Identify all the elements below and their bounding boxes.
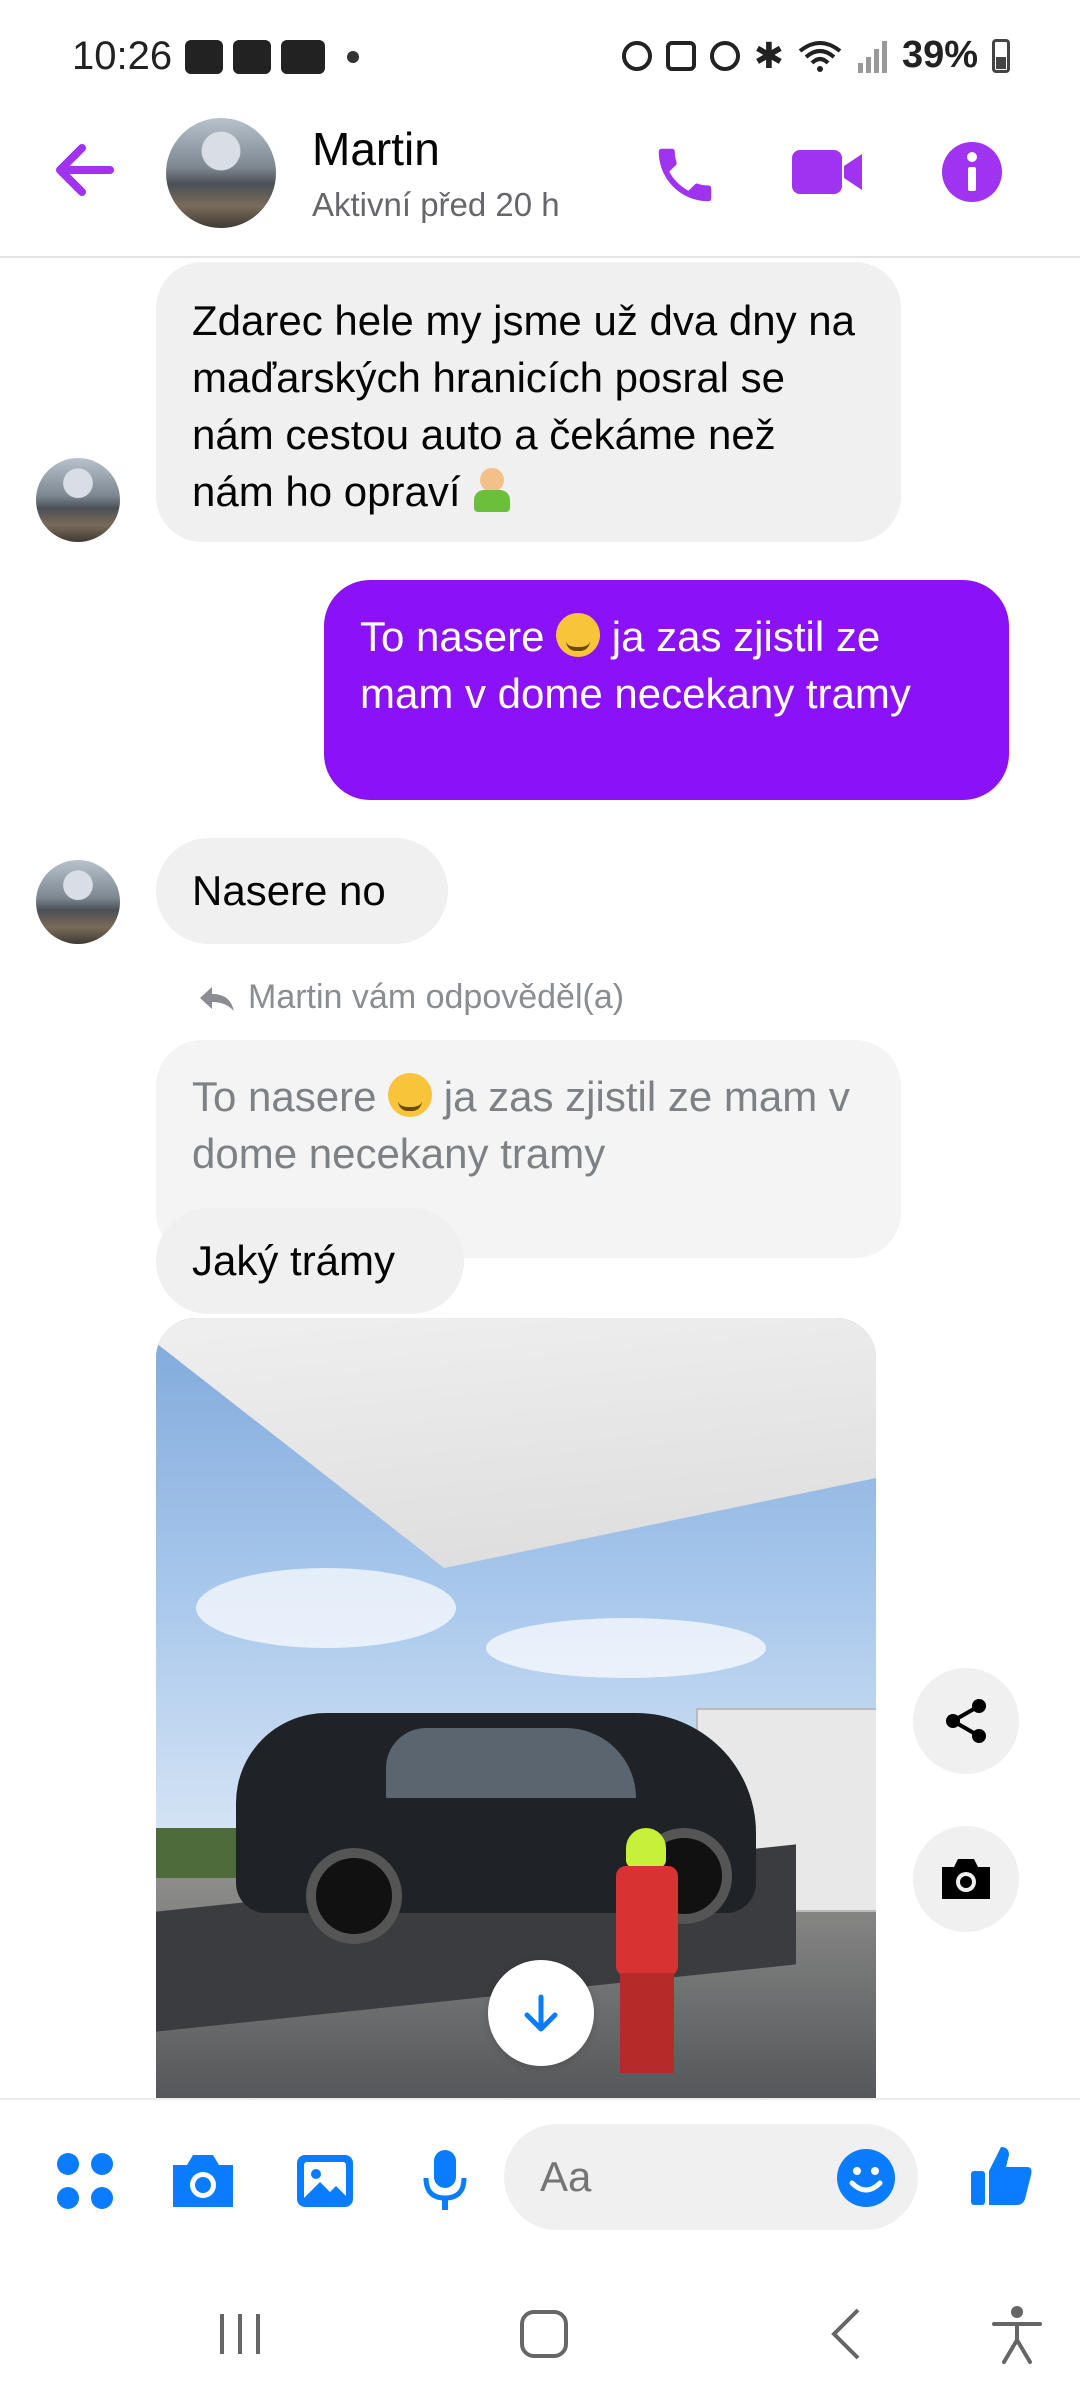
camera-button[interactable] <box>168 2146 238 2216</box>
wifi-icon <box>798 40 842 72</box>
sender-avatar[interactable] <box>36 860 120 944</box>
back-button[interactable] <box>50 140 120 200</box>
gallery-button[interactable] <box>290 2146 360 2216</box>
message-text: Nasere no <box>192 867 386 914</box>
bluetooth-icon: ✱ <box>753 34 784 76</box>
photo-worker <box>606 1828 686 2078</box>
system-status: ✱ 39% <box>621 34 1010 77</box>
thumbs-up-icon <box>971 2147 1032 2205</box>
emoji-button[interactable] <box>832 2144 900 2212</box>
vpn-key-icon <box>621 40 652 71</box>
contact-avatar[interactable] <box>166 118 276 228</box>
back-chevron-icon <box>831 2308 860 2360</box>
incoming-message[interactable]: Nasere no <box>156 838 448 944</box>
status-time: 10:26 <box>72 34 173 78</box>
reply-label-text: Martin vám odpověděl(a) <box>248 978 625 1016</box>
outgoing-message[interactable]: To nasere ja zas zjistil ze mam v dome n… <box>324 580 1009 800</box>
message-text: Zdarec hele my jsme už dva dny na maďars… <box>192 297 855 515</box>
grinning-sweat-emoji <box>556 613 601 657</box>
share-button[interactable] <box>913 1668 1019 1774</box>
sender-avatar[interactable] <box>36 458 120 542</box>
arrow-down-icon <box>524 1994 558 2032</box>
recent-apps-button[interactable] <box>216 2310 266 2358</box>
reply-indicator: Martin vám odpověděl(a) <box>196 978 624 1017</box>
phone-icon <box>658 148 712 202</box>
nfc-icon <box>665 40 696 71</box>
photo-car-window <box>386 1728 636 1798</box>
facepalm-emoji <box>472 468 512 512</box>
back-arrow-icon <box>56 144 114 196</box>
home-icon <box>520 2310 568 2358</box>
reply-arrow-icon <box>200 986 234 1011</box>
signal-icon <box>857 40 887 73</box>
info-icon <box>942 142 1002 202</box>
battery-icon <box>992 38 1010 73</box>
more-actions-button[interactable] <box>50 2146 120 2216</box>
smiley-icon <box>837 2149 895 2207</box>
like-button[interactable] <box>966 2140 1038 2212</box>
more-notifications-dot <box>347 51 359 63</box>
voice-message-button[interactable] <box>410 2146 480 2216</box>
image-icon <box>297 2155 353 2207</box>
gallery-icon <box>185 40 223 74</box>
quoted-text-start: To nasere <box>192 1073 377 1120</box>
accessibility-icon <box>992 2306 1042 2364</box>
message-text: Jaký trámy <box>192 1237 396 1284</box>
incoming-message[interactable]: Zdarec hele my jsme už dva dny na maďars… <box>156 262 901 542</box>
video-camera-icon <box>792 150 862 194</box>
back-nav-button[interactable] <box>826 2306 866 2362</box>
youtube-icon <box>281 40 325 74</box>
conversation-info-button[interactable] <box>940 140 1004 204</box>
share-icon <box>946 1699 986 1743</box>
alarm-icon <box>709 40 740 71</box>
accessibility-button[interactable] <box>990 2304 1044 2364</box>
photo-cloud <box>196 1568 456 1648</box>
contact-active-status: Aktivní před 20 h <box>312 186 560 223</box>
video-call-button[interactable] <box>790 142 864 202</box>
contact-name[interactable]: Martin <box>312 122 440 176</box>
scroll-to-bottom-button[interactable] <box>488 1960 594 2066</box>
notification-icons <box>185 40 359 74</box>
home-button[interactable] <box>518 2308 570 2360</box>
message-text-start: To nasere <box>360 613 545 660</box>
grid-menu-icon <box>57 2153 113 2209</box>
incoming-reply-message[interactable]: Jaký trámy <box>156 1208 464 1314</box>
recent-apps-icon <box>220 2314 260 2354</box>
microphone-icon <box>423 2150 467 2210</box>
save-photo-button[interactable] <box>913 1826 1019 1932</box>
app-notification-icon <box>233 40 271 74</box>
battery-percent: 39% <box>901 34 978 76</box>
photo-cloud <box>486 1618 766 1678</box>
audio-call-button[interactable] <box>650 140 720 210</box>
camera-icon <box>942 1859 990 1899</box>
photo-wheel <box>306 1848 402 1944</box>
camera-icon <box>173 2155 233 2207</box>
grinning-sweat-emoji <box>388 1073 433 1117</box>
